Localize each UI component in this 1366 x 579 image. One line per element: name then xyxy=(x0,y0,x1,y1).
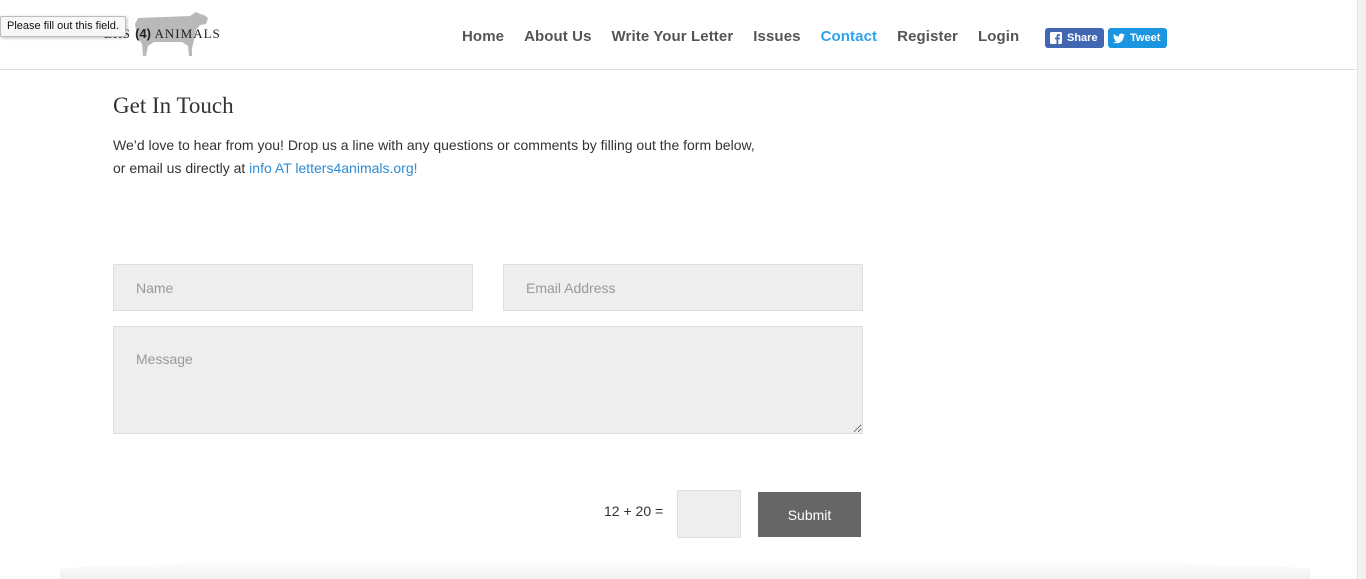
nav-home[interactable]: Home xyxy=(452,27,514,47)
nav-register[interactable]: Register xyxy=(887,27,968,47)
nav-login[interactable]: Login xyxy=(968,27,1029,47)
contact-email-link[interactable]: info AT letters4animals.org! xyxy=(249,160,417,176)
logo-number: (4) xyxy=(135,26,151,41)
share-label: Share xyxy=(1067,32,1098,44)
page-title: Get In Touch xyxy=(113,93,234,118)
facebook-icon xyxy=(1050,32,1062,44)
site-header: ERS (4) ANIMALS Home About Us Write Your… xyxy=(0,0,1366,70)
nav-about-us[interactable]: About Us xyxy=(514,27,601,47)
tweet-label: Tweet xyxy=(1130,32,1161,44)
captcha-question: 12 + 20 = xyxy=(604,503,664,519)
page-scrollbar[interactable] xyxy=(1357,0,1366,579)
footer-edge xyxy=(60,560,1310,579)
message-textarea[interactable] xyxy=(113,326,863,434)
nav-write-your-letter[interactable]: Write Your Letter xyxy=(602,27,744,47)
main-nav: Home About Us Write Your Letter Issues C… xyxy=(452,27,1029,47)
validation-tooltip: Please fill out this field. xyxy=(0,16,126,37)
captcha-input[interactable] xyxy=(677,490,741,538)
nav-contact[interactable]: Contact xyxy=(811,27,888,47)
tweet-button[interactable]: Tweet xyxy=(1108,28,1167,48)
email-input[interactable] xyxy=(503,264,863,311)
facebook-share-button[interactable]: Share xyxy=(1045,28,1104,48)
intro-text: We’d love to hear from you! Drop us a li… xyxy=(113,137,755,176)
intro-paragraph: We’d love to hear from you! Drop us a li… xyxy=(113,134,763,180)
name-input[interactable] xyxy=(113,264,473,311)
logo-text-end: ANIMALS xyxy=(154,26,221,41)
twitter-icon xyxy=(1113,33,1125,44)
submit-button[interactable]: Submit xyxy=(758,492,861,537)
nav-issues[interactable]: Issues xyxy=(743,27,810,47)
